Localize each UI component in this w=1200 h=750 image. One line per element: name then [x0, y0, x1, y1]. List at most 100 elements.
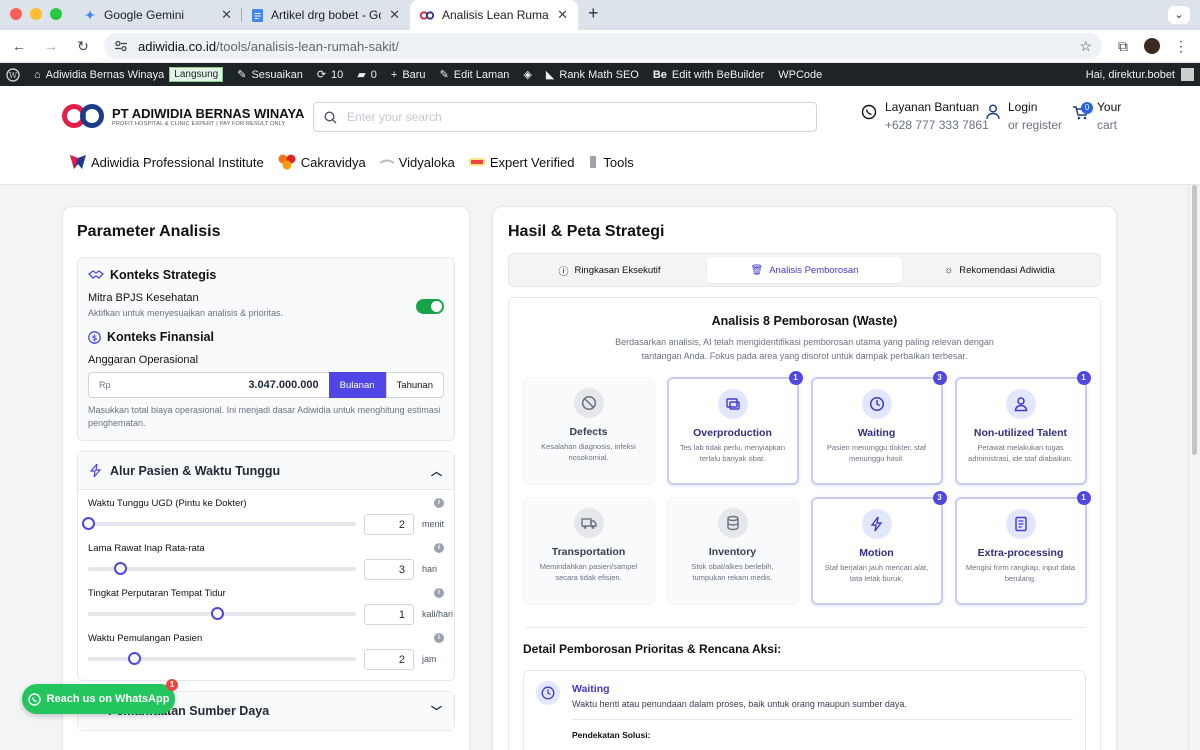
wp-updates-link[interactable]: ⟳ 10 — [317, 68, 343, 82]
site-info-icon[interactable] — [114, 40, 128, 52]
waste-title: Analisis 8 Pemborosan (Waste) — [711, 314, 898, 328]
close-icon[interactable]: ✕ — [221, 7, 232, 23]
help-contact[interactable]: Layanan Bantuan +628 777 333 7861 — [861, 100, 989, 132]
back-arrow-icon[interactable]: ← — [8, 38, 30, 54]
wp-bebuilder-link[interactable]: Be Edit with BeBuilder — [653, 69, 764, 81]
budget-input-group: Rp 3.047.000.000 Bulanan Tahunan — [88, 372, 444, 399]
slider-value-input[interactable]: 3 — [364, 558, 414, 580]
slider-label: Tingkat Perputaran Tempat Tidur — [88, 588, 226, 600]
slider-track[interactable] — [88, 562, 356, 576]
close-icon[interactable]: ✕ — [389, 7, 400, 23]
forward-arrow-icon[interactable]: → — [40, 38, 62, 54]
browser-tab-docs[interactable]: Artikel drg bobet - Google Do ✕ — [242, 0, 410, 30]
menu-item-tools[interactable]: Tools — [588, 154, 634, 170]
divider — [572, 719, 1073, 720]
waste-card[interactable]: Motion Staf berjalan jauh mencari alat, t… — [810, 491, 947, 605]
tab-executive-summary[interactable]: ⓘ Ringkasan Eksekutif — [512, 257, 707, 283]
slider-value-input[interactable]: 2 — [364, 513, 414, 535]
wp-new-link[interactable]: + Baru — [391, 69, 426, 81]
reload-icon[interactable]: ↻ — [72, 38, 94, 55]
waste-desc: Mengisi form rangkap, input data berulan… — [965, 563, 1076, 583]
new-tab-button[interactable]: + — [578, 3, 609, 30]
waste-name: Extra-processing — [977, 547, 1064, 559]
waste-card[interactable]: Inventory Stok obat/alkes berlebih, tumpu… — [666, 497, 799, 605]
waste-card[interactable]: Transportation Memindahkan pasien/sampel … — [522, 497, 655, 605]
bookmark-star-icon[interactable]: ☆ — [1079, 38, 1092, 55]
slider-handle[interactable] — [210, 607, 224, 621]
menu-item-expert-verified[interactable]: Expert Verified — [468, 154, 574, 170]
info-icon[interactable]: i — [434, 588, 444, 599]
waste-card[interactable]: Defects Kesalahan diagnosis, infeksi noso… — [522, 377, 655, 485]
tab-search-chevron-icon[interactable]: ⌄ — [1168, 6, 1190, 24]
minimize-window-button[interactable] — [30, 8, 42, 20]
tab-recommendation[interactable]: ☼ Rekomendasi Adiwidia — [902, 257, 1097, 283]
info-circle-icon: ⓘ — [558, 266, 569, 278]
slider-item: Waktu Pemulangan Pasien i 2 jam — [78, 625, 454, 670]
waste-card[interactable]: Overproduction Tes lab tidak perlu, menyi… — [666, 371, 803, 485]
waste-card[interactable]: Non-utilized Talent Perawat melakukan tug… — [954, 371, 1091, 485]
search-input[interactable] — [347, 110, 806, 124]
slider-track[interactable] — [88, 652, 356, 666]
search-icon[interactable] — [324, 110, 337, 124]
menu-item-api[interactable]: Adiwidia Professional Institute — [70, 154, 264, 170]
wp-account-link[interactable]: Hai, direktur.bobet — [1086, 68, 1194, 81]
wp-wpcode-link[interactable]: WPCode — [778, 69, 822, 81]
browser-tab-gemini[interactable]: Google Gemini ✕ — [74, 0, 242, 30]
info-icon[interactable]: i — [434, 633, 444, 644]
whatsapp-chat-button[interactable]: Reach us on WhatsApp 1 — [22, 679, 178, 714]
waste-card[interactable]: Waiting Pasien menunggu dokter, staf menu… — [810, 371, 947, 485]
wp-diamond-link[interactable]: ◈ — [523, 68, 531, 81]
close-window-button[interactable] — [10, 8, 22, 20]
wp-comments-link[interactable]: ▰ 0 — [357, 68, 377, 82]
menu-item-cakravidya[interactable]: Cakravidya — [278, 154, 366, 170]
waste-card[interactable]: Extra-processing Mengisi form rangkap, in… — [954, 491, 1091, 605]
waste-desc: Kesalahan diagnosis, infeksi nosokomial. — [541, 442, 636, 462]
login-link[interactable]: Login or register — [986, 100, 1062, 132]
profile-avatar[interactable] — [1144, 38, 1160, 54]
maximize-window-button[interactable] — [50, 8, 62, 20]
cart-label: Your — [1097, 100, 1122, 114]
info-icon[interactable]: i — [434, 498, 444, 509]
parameter-panel: Parameter Analisis Konteks Strategis Mit… — [62, 206, 470, 750]
currency-prefix: Rp — [99, 380, 111, 391]
period-yearly-button[interactable]: Tahunan — [385, 372, 444, 399]
expert-verified-logo-icon — [468, 158, 485, 166]
budget-label: Anggaran Operasional — [88, 354, 199, 367]
menu-item-vidyaloka[interactable]: Vidyaloka — [379, 154, 455, 170]
slider-handle[interactable] — [127, 652, 141, 666]
cart-link[interactable]: 0 Your cart — [1072, 100, 1121, 132]
ban-icon — [573, 388, 604, 418]
wp-customize-link[interactable]: ✎ Sesuaikan — [237, 68, 303, 82]
site-header: PT ADIWIDIA BERNAS WINAYA PROFIT HOSPITA… — [0, 86, 1200, 185]
slider-value-input[interactable]: 1 — [364, 603, 414, 625]
slider-track[interactable] — [82, 517, 356, 531]
info-icon[interactable]: i — [434, 543, 444, 554]
waste-grid: Defects Kesalahan diagnosis, infeksi noso… — [522, 371, 1091, 605]
more-menu-icon[interactable]: ⋮ — [1170, 38, 1192, 55]
address-bar[interactable]: adiwidia.co.id/tools/analisis-lean-rumah… — [104, 33, 1102, 59]
slider-handle[interactable] — [82, 517, 95, 531]
browser-tab-analisis[interactable]: Analisis Lean Rumah Sakit - A ✕ — [410, 0, 578, 30]
slider-value-input[interactable]: 2 — [364, 648, 414, 670]
tab-waste-analysis[interactable]: 🗑 Analisis Pemborosan — [707, 257, 902, 283]
detail-desc: Waktu henti atau penundaan dalam proses,… — [572, 699, 907, 709]
docs-icon — [252, 8, 263, 22]
slider-handle[interactable] — [114, 562, 128, 576]
site-logo[interactable]: PT ADIWIDIA BERNAS WINAYA PROFIT HOSPITA… — [62, 104, 304, 128]
budget-value: 3.047.000.000 — [248, 379, 319, 392]
wordpress-logo-icon[interactable]: W — [6, 67, 20, 82]
wp-rankmath-link[interactable]: ◣ Rank Math SEO — [546, 68, 639, 82]
close-icon[interactable]: ✕ — [557, 7, 568, 23]
extensions-puzzle-icon[interactable]: ⧉ — [1112, 38, 1134, 55]
wp-site-link[interactable]: ⌂ Adiwidia Bernas Winaya Langsung — [34, 67, 224, 82]
accordion-header[interactable]: Alur Pasien & Waktu Tunggu ︿ — [78, 452, 454, 491]
whatsapp-icon — [27, 692, 41, 706]
brand-tagline: PROFIT HOSPITAL & CLINIC EXPERT | PAY FO… — [112, 120, 286, 127]
wp-edit-page-link[interactable]: ✎ Edit Laman — [440, 68, 510, 82]
bpjs-toggle[interactable] — [416, 298, 444, 314]
budget-field[interactable]: Rp 3.047.000.000 — [88, 372, 329, 399]
register-label[interactable]: or register — [1008, 118, 1062, 132]
slider-track[interactable] — [88, 607, 356, 621]
period-monthly-button[interactable]: Bulanan — [328, 372, 386, 399]
page-scrollbar[interactable] — [1188, 185, 1200, 750]
